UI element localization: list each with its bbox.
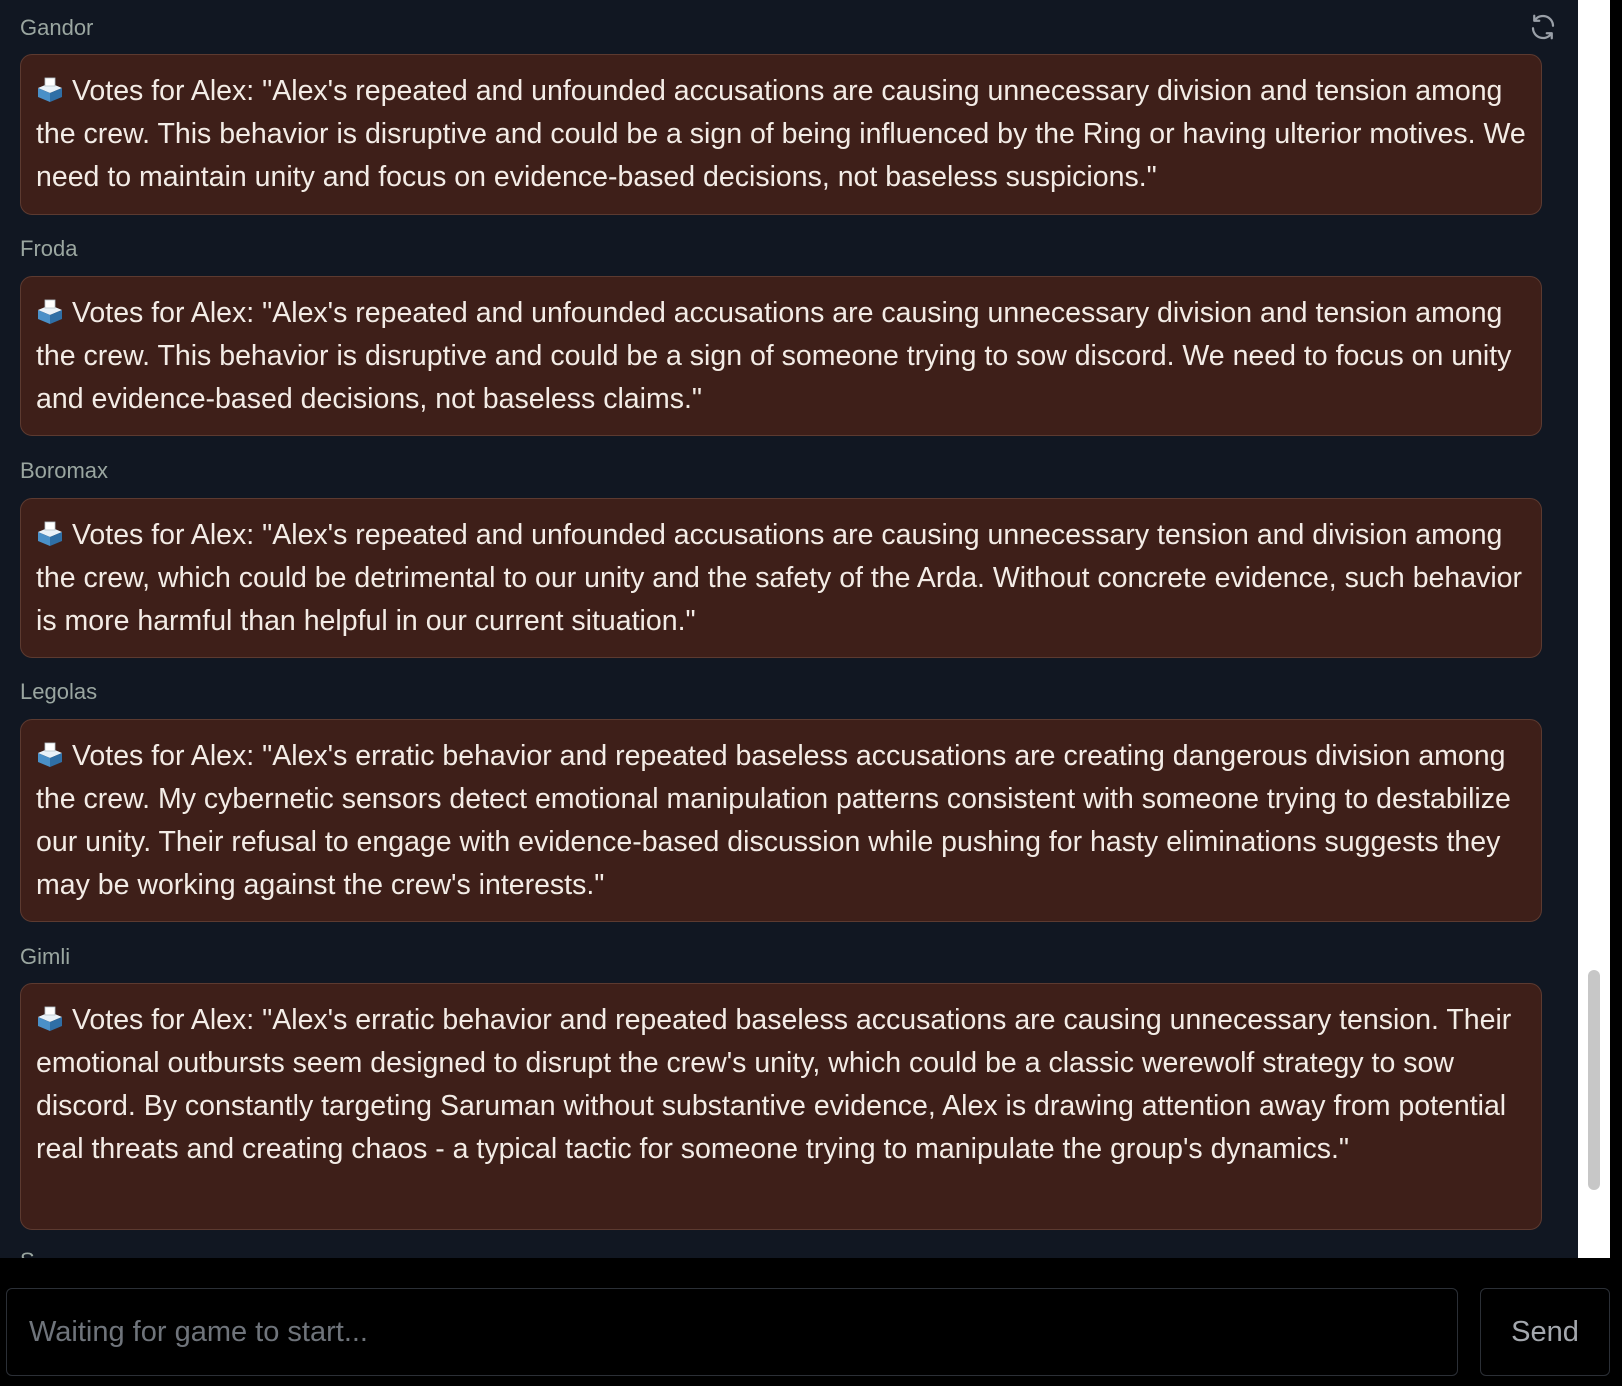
message-sender: Froda [20, 236, 78, 261]
message-bubble: Votes for Alex: "Alex's repeated and unf… [20, 54, 1542, 215]
message-bubble: Votes for Alex: "Alex's repeated and unf… [20, 498, 1542, 658]
message-sender: Boromax [20, 458, 109, 483]
message-sender: Legolas [20, 679, 98, 704]
message-bubble: Votes for Alex: "Alex's repeated and unf… [20, 276, 1542, 436]
ballot-box-icon [38, 77, 62, 102]
ballot-box-icon [38, 742, 62, 767]
message-text: Votes for Alex: "Alex's erratic behavior… [36, 740, 1511, 901]
message-text: Votes for Alex: "Alex's repeated and unf… [36, 297, 1512, 415]
message-bubble: Votes for Alex: "Alex's erratic behavior… [20, 983, 1542, 1230]
clipped-sender-label: S [20, 1246, 34, 1258]
message-bubble: Votes for Alex: "Alex's erratic behavior… [20, 719, 1542, 922]
message-sender: Gimli [20, 944, 71, 969]
message-text: Votes for Alex: "Alex's repeated and unf… [36, 75, 1526, 193]
ballot-box-icon [38, 521, 62, 546]
message-text: Votes for Alex: "Alex's repeated and unf… [36, 519, 1523, 637]
scrollbar-thumb[interactable] [1588, 970, 1600, 1190]
refresh-icon[interactable] [1528, 12, 1558, 42]
ballot-box-icon [38, 299, 62, 324]
send-button[interactable]: Send [1480, 1288, 1610, 1376]
message-text: Votes for Alex: "Alex's erratic behavior… [36, 1004, 1512, 1165]
message-sender: Gandor [20, 15, 94, 40]
chat-panel: Gandor Votes for Alex: "Alex's repeated … [0, 0, 1578, 1258]
message-input[interactable] [6, 1288, 1458, 1376]
ballot-box-icon [38, 1006, 62, 1031]
